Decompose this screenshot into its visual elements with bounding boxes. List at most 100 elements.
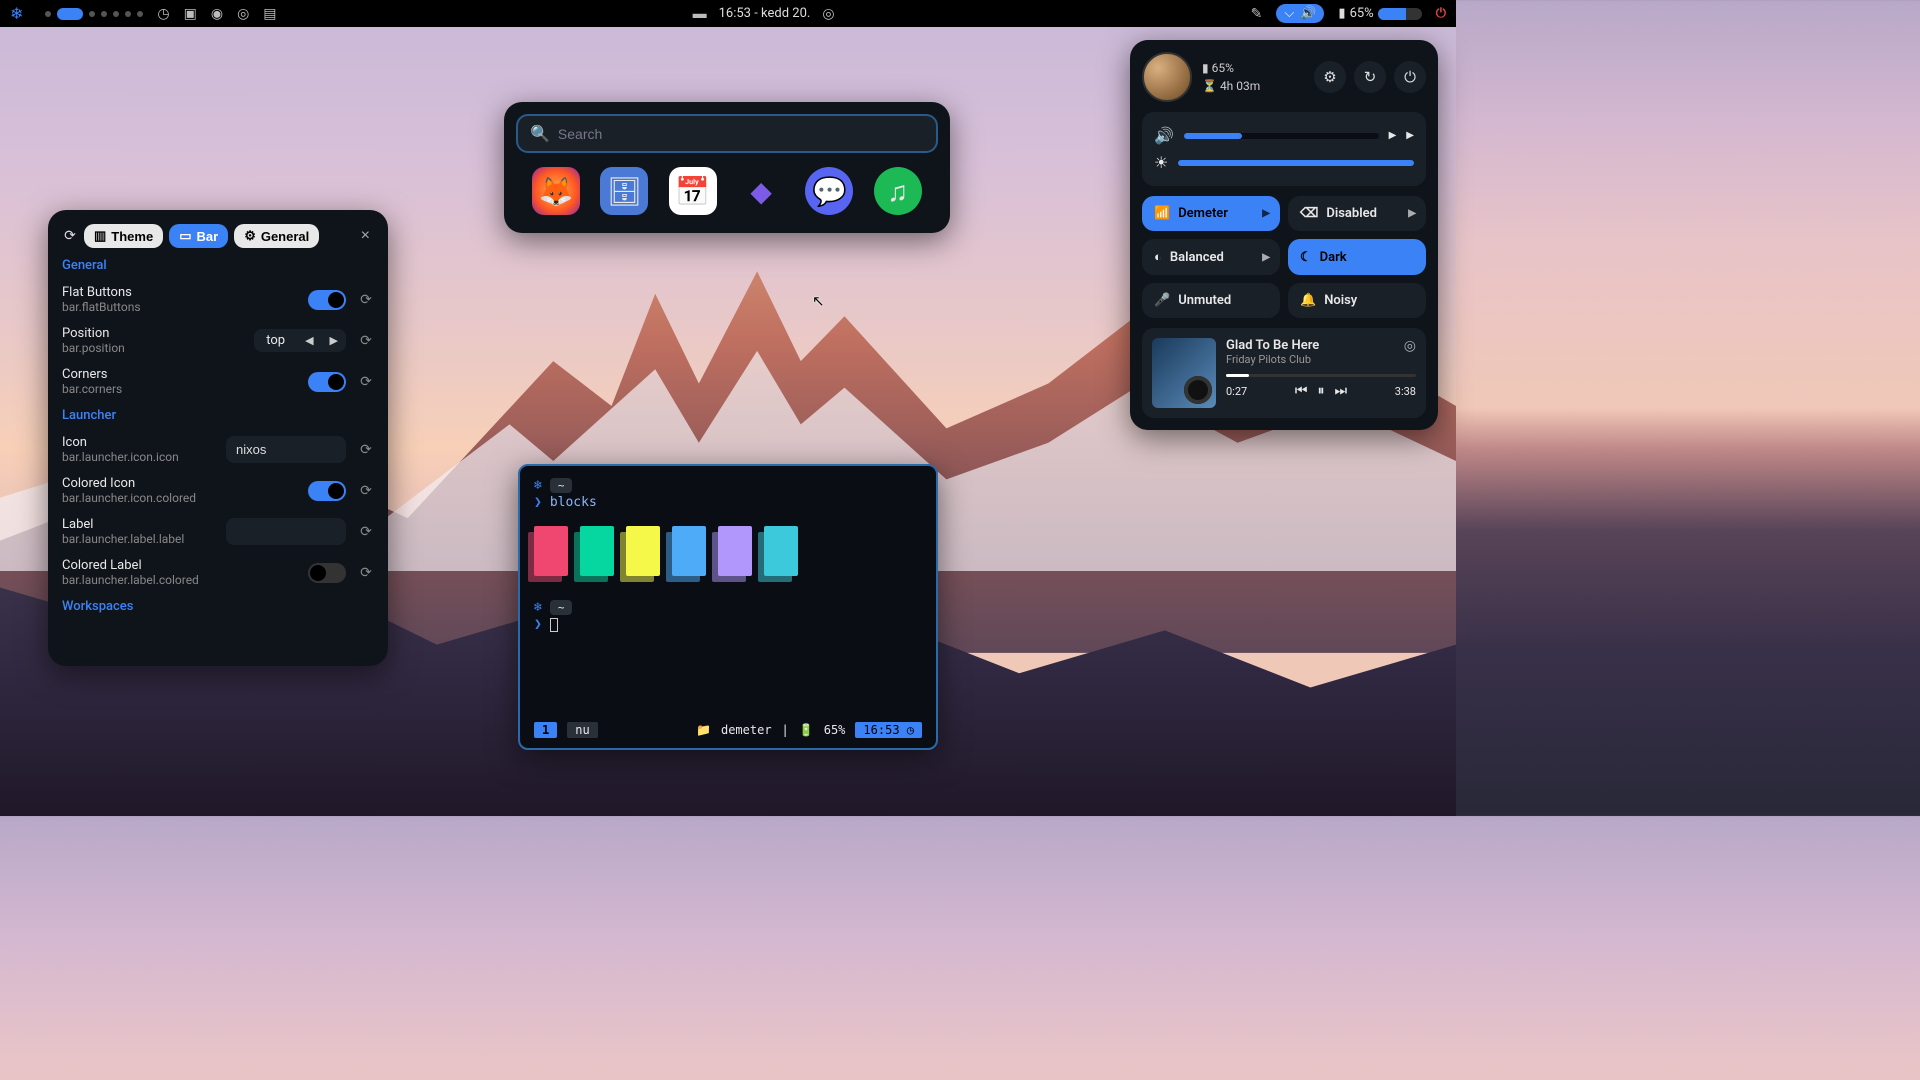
volume-icon: 🔊 bbox=[1154, 126, 1174, 145]
media-indicator-icon[interactable]: ◎ bbox=[822, 6, 834, 22]
app-calendar[interactable]: 📅 bbox=[669, 167, 717, 215]
brightness-slider[interactable] bbox=[1178, 160, 1414, 166]
setting-colored-icon: Colored Icon bar.launcher.icon.colored ⟳ bbox=[48, 470, 388, 511]
battery-indicator[interactable]: ▮ 65% bbox=[1338, 6, 1421, 21]
search-input[interactable] bbox=[558, 126, 924, 142]
icon-input[interactable] bbox=[226, 436, 346, 463]
app-launcher: 🔍 🦊 🗄 📅 ◆ 💬 ♫ bbox=[504, 102, 950, 233]
terminal-cursor bbox=[550, 618, 558, 632]
close-button[interactable]: × bbox=[353, 225, 378, 247]
settings-panel: ⟳ ▥ Theme ▭ Bar ⚙ General × General Flat… bbox=[48, 210, 388, 666]
setting-corners: Corners bar.corners ⟳ bbox=[48, 361, 388, 402]
tab-bar[interactable]: ▭ Bar bbox=[169, 224, 228, 248]
app-spotify[interactable]: ♫ bbox=[874, 167, 922, 215]
dark-mode-tile[interactable]: ☾ Dark bbox=[1288, 239, 1426, 275]
reset-icon[interactable]: ⟳ bbox=[358, 333, 374, 349]
chevron-right-icon[interactable]: ▶ bbox=[1389, 130, 1397, 141]
color-picker-icon[interactable]: ✎ bbox=[1251, 6, 1263, 22]
app-obsidian[interactable]: ◆ bbox=[737, 167, 785, 215]
section-launcher: Launcher bbox=[48, 402, 388, 429]
tab-index: 1 bbox=[534, 722, 557, 738]
position-stepper[interactable]: top ◀ ▶ bbox=[254, 329, 346, 352]
setting-position: Position bar.position top ◀ ▶ ⟳ bbox=[48, 320, 388, 361]
brightness-icon: ☀ bbox=[1154, 153, 1168, 172]
reset-icon[interactable]: ⟳ bbox=[358, 292, 374, 308]
bluetooth-tile[interactable]: ⌫ Disabled ▶ bbox=[1288, 196, 1426, 231]
workspace-dot[interactable] bbox=[137, 11, 143, 17]
gauge-icon: ◐ bbox=[1154, 249, 1162, 265]
volume-slider[interactable] bbox=[1184, 133, 1379, 139]
reset-icon[interactable]: ⟳ bbox=[358, 374, 374, 390]
workspace-dot[interactable] bbox=[45, 11, 51, 17]
terminal-status-bar: 1 nu 📁demeter | 🔋 65% 16:53 ◷ bbox=[534, 722, 922, 738]
reload-icon[interactable]: ⟳ bbox=[62, 228, 78, 244]
album-art[interactable] bbox=[1152, 338, 1216, 408]
reset-icon[interactable]: ⟳ bbox=[358, 442, 374, 458]
record-tray-icon[interactable]: ◉ bbox=[211, 6, 223, 22]
play-pause-icon[interactable]: ⏸ bbox=[1318, 383, 1325, 399]
network-volume-pill[interactable]: ⌵ 🔊 bbox=[1276, 4, 1324, 23]
settings-button[interactable]: ⚙ bbox=[1314, 61, 1346, 93]
reset-icon[interactable]: ⟳ bbox=[358, 483, 374, 499]
workspace-indicator[interactable] bbox=[45, 8, 143, 20]
user-avatar[interactable] bbox=[1142, 52, 1192, 102]
color-blocks bbox=[534, 526, 922, 576]
media-progress[interactable] bbox=[1226, 374, 1416, 377]
mic-icon: 🎤 bbox=[1154, 293, 1170, 308]
top-bar: ❄ ◷ ▣ ◉ ◎ ▤ ▬ 16:53 - kedd 20. ◎ ✎ ⌵ 🔊 ▮… bbox=[0, 0, 1456, 27]
logout-button[interactable]: ↻ bbox=[1354, 61, 1386, 93]
app-files[interactable]: 🗄 bbox=[600, 167, 648, 215]
section-workspaces: Workspaces bbox=[48, 593, 388, 620]
media-duration: 3:38 bbox=[1395, 385, 1416, 398]
time-icon: ⏳ bbox=[1202, 79, 1217, 93]
volume-icon: 🔊 bbox=[1300, 6, 1316, 21]
toggle-corners[interactable] bbox=[308, 372, 346, 392]
setting-icon: Icon bar.launcher.icon.icon ⟳ bbox=[48, 429, 388, 470]
tab-general[interactable]: ⚙ General bbox=[234, 224, 319, 248]
status-time: 16:53 ◷ bbox=[855, 722, 922, 738]
toggle-colored-label[interactable] bbox=[308, 563, 346, 583]
app-firefox[interactable]: 🦊 bbox=[532, 167, 580, 215]
spotify-icon[interactable]: ◎ bbox=[1404, 338, 1416, 354]
notification-icon[interactable]: ▬ bbox=[693, 5, 707, 22]
clock-text[interactable]: 16:53 - kedd 20. bbox=[719, 6, 811, 21]
step-prev[interactable]: ◀ bbox=[297, 330, 321, 351]
folder-icon: 📁 bbox=[696, 723, 711, 737]
clock-tray-icon[interactable]: ◷ bbox=[157, 6, 169, 22]
notes-tray-icon[interactable]: ▤ bbox=[263, 6, 276, 22]
dnd-tile[interactable]: 🔔 Noisy bbox=[1288, 283, 1426, 318]
launcher-icon[interactable]: ❄ bbox=[10, 4, 23, 23]
workspace-dot[interactable] bbox=[101, 11, 107, 17]
toggle-flat-buttons[interactable] bbox=[308, 290, 346, 310]
toggle-colored-icon[interactable] bbox=[308, 481, 346, 501]
setting-label: Label bar.launcher.label.label ⟳ bbox=[48, 511, 388, 552]
microphone-tile[interactable]: 🎤 Unmuted bbox=[1142, 283, 1280, 318]
tab-theme[interactable]: ▥ Theme bbox=[84, 224, 163, 248]
reset-icon[interactable]: ⟳ bbox=[358, 524, 374, 540]
reset-icon[interactable]: ⟳ bbox=[358, 565, 374, 581]
label-input[interactable] bbox=[226, 518, 346, 545]
power-button[interactable]: ⏻ bbox=[1394, 61, 1426, 93]
wifi-icon: ⌵ bbox=[1284, 6, 1294, 21]
workspace-dot[interactable] bbox=[89, 11, 95, 17]
step-next[interactable]: ▶ bbox=[322, 330, 346, 351]
prev-track-icon[interactable]: ⏮ bbox=[1295, 383, 1308, 399]
wifi-tile[interactable]: 📶 Demeter ▶ bbox=[1142, 196, 1280, 231]
moon-icon: ☾ bbox=[1300, 250, 1312, 265]
power-profile-tile[interactable]: ◐ Balanced ▶ bbox=[1142, 239, 1280, 275]
screenshot-tray-icon[interactable]: ▣ bbox=[184, 6, 197, 22]
chevron-right-icon: ▶ bbox=[1408, 208, 1416, 219]
app-discord[interactable]: 💬 bbox=[805, 167, 853, 215]
workspace-dot-active[interactable] bbox=[57, 8, 83, 20]
chevron-right-icon[interactable]: ▶ bbox=[1406, 130, 1414, 141]
shell-name: nu bbox=[567, 722, 597, 738]
command-text: blocks bbox=[550, 495, 597, 510]
spotify-tray-icon[interactable]: ◎ bbox=[237, 6, 249, 22]
search-box[interactable]: 🔍 bbox=[516, 114, 938, 153]
workspace-dot[interactable] bbox=[113, 11, 119, 17]
next-track-icon[interactable]: ⏭ bbox=[1335, 383, 1348, 399]
bluetooth-icon: ⌫ bbox=[1300, 206, 1318, 221]
terminal-window[interactable]: ❄ ~ ❯ blocks ❄ ~ ❯ 1 nu 📁demeter | 🔋 65%… bbox=[518, 464, 938, 750]
power-icon[interactable]: ⏻ bbox=[1436, 6, 1446, 21]
workspace-dot[interactable] bbox=[125, 11, 131, 17]
